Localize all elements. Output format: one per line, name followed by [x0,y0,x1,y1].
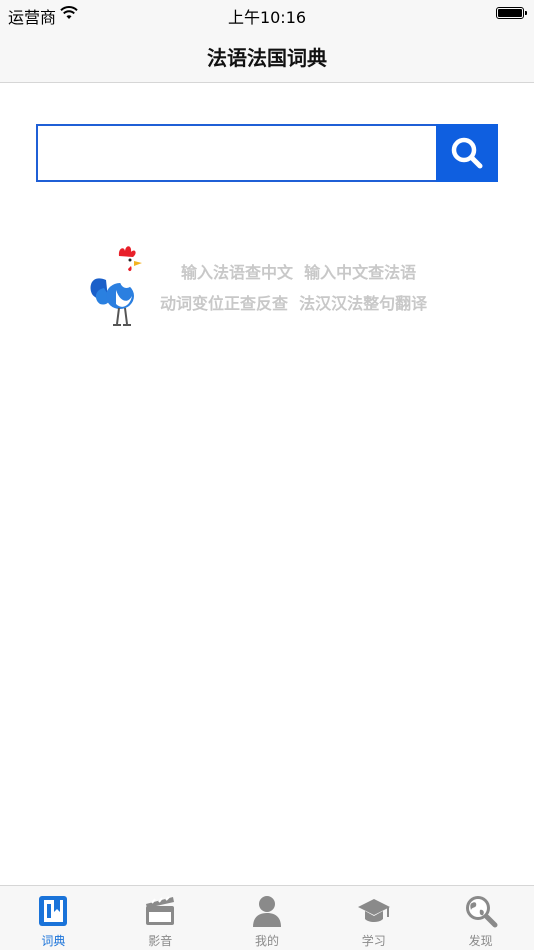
user-icon [252,896,281,927]
feature-promo: 输入法语查中文 输入中文查法语 动词变位正查反查 法汉汉法整句翻译 [86,240,466,332]
tab-discover[interactable]: 发现 [427,886,534,950]
battery-icon [496,7,527,19]
tab-label: 发现 [468,934,493,948]
search-icon [451,137,483,169]
search-box [36,124,498,182]
status-time: 上午10:16 [227,8,307,27]
search-button[interactable] [436,124,498,182]
tab-study[interactable]: 学习 [320,886,427,950]
tab-dictionary[interactable]: 词典 [0,886,107,950]
navigation-bar: 法语法国词典 [0,28,534,83]
tab-mine[interactable]: 我的 [214,886,321,950]
status-bar: 运营商 上午10:16 [0,0,534,28]
screen: 运营商 上午10:16 法语法国词典 输入法语查中文 输入中文查法语 动词变位正… [0,0,534,950]
tab-label: 学习 [361,934,386,948]
search-input[interactable] [36,124,437,182]
tab-bar: 词典 影音 我的 学习 发现 [0,885,534,950]
page-title: 法语法国词典 [207,46,327,70]
globe-search-icon [465,896,498,928]
tab-label: 影音 [148,934,173,948]
clapperboard-icon [146,896,175,925]
tab-media[interactable]: 影音 [107,886,214,950]
tab-label: 词典 [41,934,66,948]
rooster-icon [90,246,142,326]
dictionary-icon [39,896,68,926]
feature-hint-line-2: 动词变位正查反查 法汉汉法整句翻译 [160,294,428,313]
feature-hint-line-1: 输入法语查中文 输入中文查法语 [181,263,417,282]
graduation-cap-icon [357,899,390,922]
tab-label: 我的 [254,934,279,948]
